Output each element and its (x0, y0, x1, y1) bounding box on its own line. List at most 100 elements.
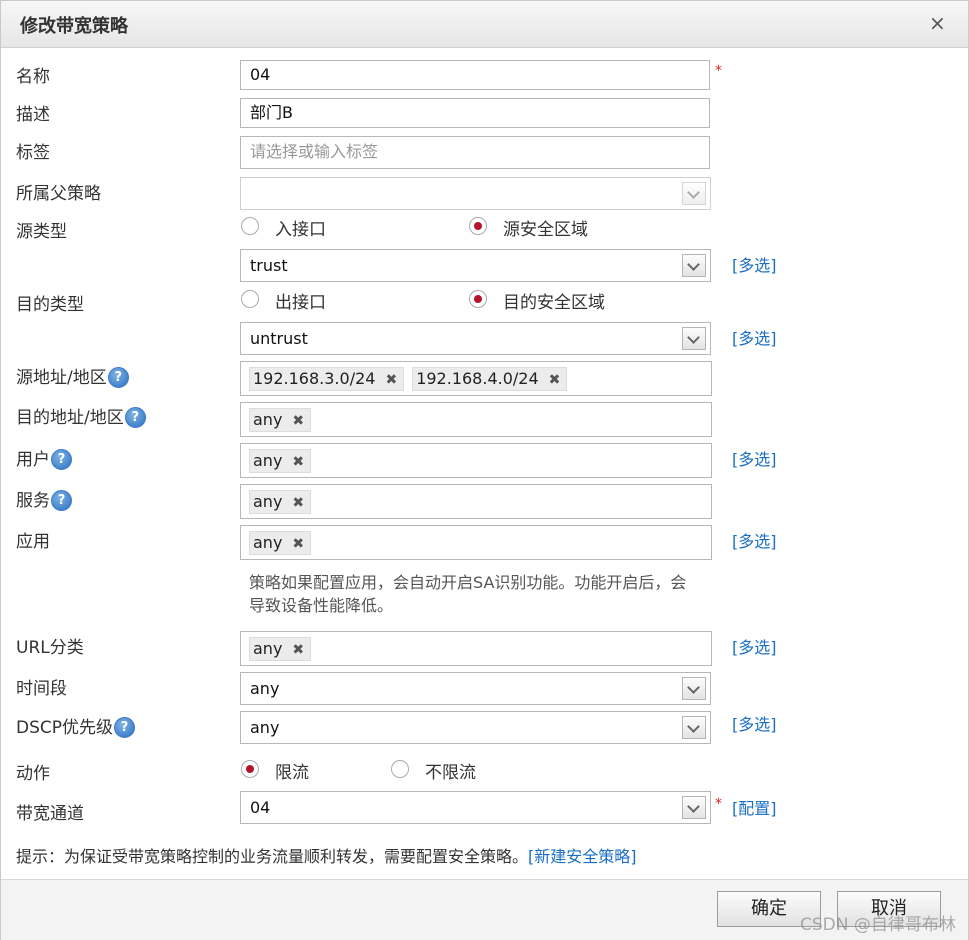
source-address-label: 源地址/地区? (16, 363, 129, 388)
url-category-tag: any ✖ (249, 637, 312, 661)
radio-rate-limit[interactable] (241, 760, 259, 778)
address-tag-text: any (253, 410, 283, 429)
destination-address-tag-input[interactable]: any ✖ (240, 402, 712, 437)
service-label: 服务? (16, 486, 72, 511)
radio-source-zone[interactable] (469, 217, 487, 235)
help-icon[interactable]: ? (107, 367, 129, 388)
radio-egress-interface-label: 出接口 (275, 293, 326, 313)
user-label: 用户? (16, 445, 72, 470)
source-address-tag-input[interactable]: 192.168.3.0/24 ✖ 192.168.4.0/24 ✖ (240, 361, 712, 396)
tip-text: 提示：为保证受带宽策略控制的业务流量顺利转发，需要配置安全策略。[新建安全策略] (16, 843, 637, 867)
help-icon[interactable]: ? (51, 490, 72, 511)
application-tag: any ✖ (249, 531, 312, 555)
destination-zone-select[interactable]: untrust (240, 322, 711, 355)
remove-tag-icon[interactable]: ✖ (549, 372, 561, 388)
remove-tag-icon[interactable]: ✖ (292, 413, 304, 429)
name-required-mark: * (715, 63, 722, 79)
source-zone-select[interactable]: trust (240, 249, 711, 282)
user-tag: any ✖ (249, 449, 312, 473)
user-tag-input[interactable]: any ✖ (240, 443, 712, 478)
tags-input[interactable]: 请选择或输入标签 (240, 136, 710, 169)
chevron-down-icon[interactable] (682, 327, 706, 350)
radio-egress-interface[interactable] (241, 290, 259, 308)
source-zone-value: trust (250, 256, 288, 275)
name-label: 名称 (16, 67, 50, 87)
time-range-value: any (250, 679, 280, 698)
tip-message: 提示：为保证受带宽策略控制的业务流量顺利转发，需要配置安全策略。 (16, 847, 529, 866)
service-tag-text: any (253, 492, 283, 511)
radio-rate-limit-label: 限流 (275, 763, 309, 783)
service-tag-input[interactable]: any ✖ (240, 484, 712, 519)
url-category-multiselect-link[interactable]: [多选] (732, 634, 777, 658)
remove-tag-icon[interactable]: ✖ (292, 536, 304, 552)
destination-zone-multiselect-link[interactable]: [多选] (732, 325, 777, 349)
time-range-select[interactable]: any (240, 672, 711, 705)
user-multiselect-link[interactable]: [多选] (732, 446, 777, 470)
destination-zone-value: untrust (250, 329, 308, 348)
description-input[interactable]: 部门B (240, 98, 710, 128)
name-input[interactable]: 04 (240, 60, 710, 90)
bandwidth-channel-label: 带宽通道 (16, 804, 84, 824)
destination-type-label: 目的类型 (16, 295, 84, 315)
parent-policy-label: 所属父策略 (16, 184, 101, 204)
address-tag: 192.168.3.0/24 ✖ (249, 367, 405, 391)
chevron-down-icon[interactable] (682, 182, 706, 205)
bandwidth-channel-config-link[interactable]: [配置] (732, 795, 777, 819)
radio-destination-zone-label: 目的安全区域 (503, 293, 605, 313)
dscp-priority-label: DSCP优先级? (16, 713, 136, 738)
address-tag: 192.168.4.0/24 ✖ (412, 367, 568, 391)
dialog-title: 修改带宽策略 (20, 16, 128, 37)
destination-address-label-text: 目的地址/地区 (16, 408, 124, 428)
radio-source-zone-label: 源安全区域 (503, 220, 588, 240)
application-label: 应用 (16, 532, 50, 552)
edit-bandwidth-policy-dialog: 修改带宽策略 × 名称 04 * 描述 部门B 标签 请选择或输入标签 所属父策… (0, 0, 969, 940)
dscp-priority-value: any (250, 718, 280, 737)
chevron-down-icon[interactable] (682, 677, 706, 700)
bandwidth-channel-value: 04 (250, 798, 271, 817)
user-label-text: 用户 (16, 450, 50, 470)
url-category-tag-input[interactable]: any ✖ (240, 631, 712, 666)
application-tag-input[interactable]: any ✖ (240, 525, 712, 560)
remove-tag-icon[interactable]: ✖ (385, 372, 397, 388)
chevron-down-icon[interactable] (682, 254, 706, 277)
application-note: 策略如果配置应用，会自动开启SA识别功能。功能开启后，会导致设备性能降低。 (249, 573, 687, 615)
service-label-text: 服务 (16, 491, 50, 511)
dscp-priority-select[interactable]: any (240, 711, 711, 744)
destination-address-label: 目的地址/地区? (16, 403, 146, 428)
remove-tag-icon[interactable]: ✖ (292, 454, 304, 470)
dscp-multiselect-link[interactable]: [多选] (732, 711, 777, 735)
new-security-policy-link[interactable]: [新建安全策略] (528, 847, 637, 866)
dscp-priority-label-text: DSCP优先级 (16, 718, 114, 738)
dialog-titlebar: 修改带宽策略 × (1, 1, 968, 48)
help-icon[interactable]: ? (124, 407, 146, 428)
url-category-tag-text: any (253, 639, 283, 658)
help-icon[interactable]: ? (114, 717, 136, 738)
chevron-down-icon[interactable] (682, 716, 706, 739)
watermark: CSDN @自律哥布林 (800, 915, 956, 935)
source-zone-multiselect-link[interactable]: [多选] (732, 252, 777, 276)
time-range-label: 时间段 (16, 679, 67, 699)
url-category-label: URL分类 (16, 638, 84, 658)
remove-tag-icon[interactable]: ✖ (292, 642, 304, 658)
application-multiselect-link[interactable]: [多选] (732, 528, 777, 552)
application-tag-text: any (253, 533, 283, 552)
close-icon[interactable]: × (929, 11, 946, 35)
radio-destination-zone[interactable] (469, 290, 487, 308)
help-icon[interactable]: ? (51, 449, 72, 470)
action-label: 动作 (16, 764, 50, 784)
description-label: 描述 (16, 105, 50, 125)
chevron-down-icon[interactable] (682, 796, 706, 819)
address-tag-text: 192.168.3.0/24 (253, 369, 376, 388)
radio-no-rate-limit-label: 不限流 (425, 763, 476, 783)
source-address-label-text: 源地址/地区 (16, 368, 107, 388)
remove-tag-icon[interactable]: ✖ (292, 495, 304, 511)
tags-label: 标签 (16, 143, 50, 163)
bandwidth-channel-required-mark: * (715, 796, 722, 812)
radio-ingress-interface-label: 入接口 (275, 220, 326, 240)
service-tag: any ✖ (249, 490, 312, 514)
radio-no-rate-limit[interactable] (391, 760, 409, 778)
address-tag: any ✖ (249, 408, 312, 432)
parent-policy-select[interactable] (240, 177, 711, 210)
radio-ingress-interface[interactable] (241, 217, 259, 235)
bandwidth-channel-select[interactable]: 04 (240, 791, 711, 824)
